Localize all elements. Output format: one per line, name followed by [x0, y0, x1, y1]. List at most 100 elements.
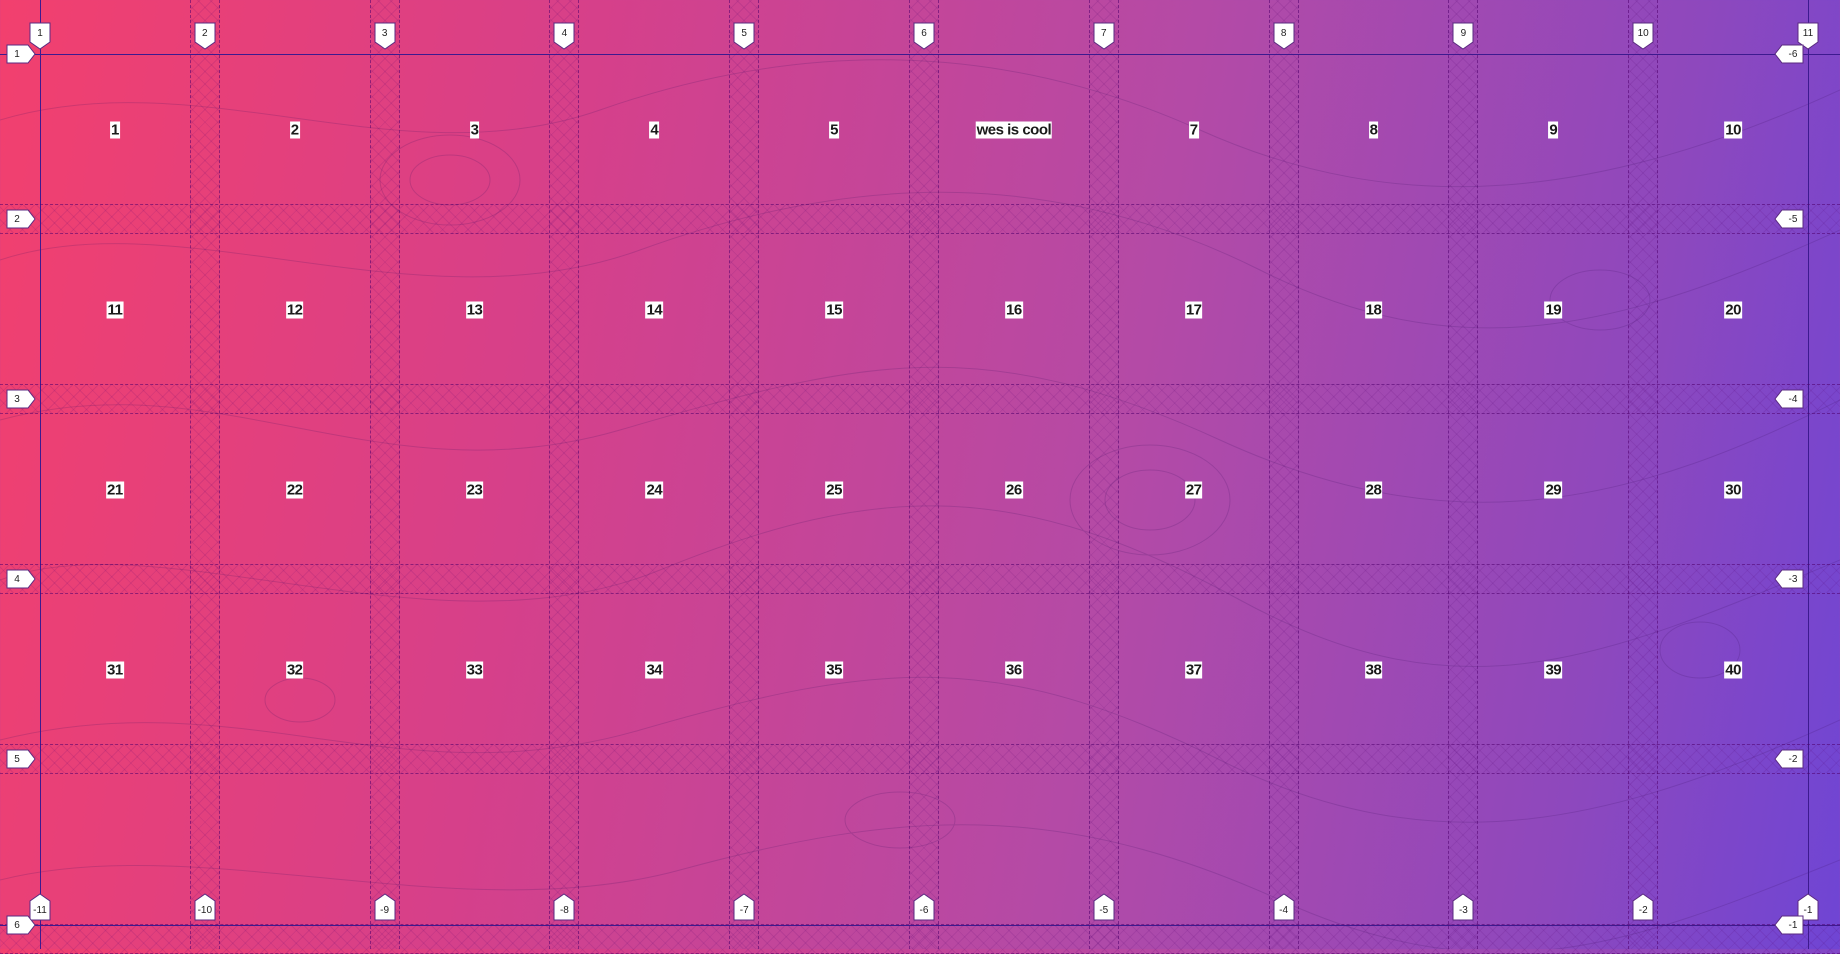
badge-label: -7: [739, 904, 749, 916]
column-gap: [729, 0, 760, 949]
line-number-badge: -2: [1774, 749, 1804, 769]
grid-cell-label: 13: [465, 301, 484, 319]
row-gap: [0, 564, 1840, 594]
column-gap: [1088, 0, 1119, 949]
badge-label: 10: [1637, 27, 1649, 39]
line-number-badge: -8: [553, 893, 575, 921]
grid-cell-label: 22: [285, 481, 304, 499]
grid-cell-label: 14: [645, 301, 664, 319]
badge-label: -9: [380, 904, 390, 916]
badge-label: -2: [1788, 753, 1798, 765]
line-number-badge: -6: [913, 893, 935, 921]
grid-cell-label: 37: [1184, 661, 1203, 679]
badge-label: -1: [1788, 919, 1798, 931]
grid-cell-label: 39: [1544, 661, 1563, 679]
grid-cell-label: 24: [645, 481, 664, 499]
column-gap: [1448, 0, 1479, 949]
badge-label: -10: [197, 904, 213, 916]
grid-cell-label: 7: [1188, 121, 1199, 139]
line-number-badge: -4: [1774, 389, 1804, 409]
grid-edge-left: [40, 0, 41, 949]
badge-label: 5: [14, 753, 20, 765]
line-number-badge: 4: [553, 22, 575, 50]
line-number-badge: 8: [1273, 22, 1295, 50]
grid-cell-label: 17: [1184, 301, 1203, 319]
grid-cell-label: 1: [109, 121, 120, 139]
grid-edge-right: [1808, 0, 1809, 949]
badge-label: 5: [741, 27, 747, 39]
grid-cell-label: 30: [1724, 481, 1742, 499]
badge-label: -5: [1099, 904, 1109, 916]
grid-cell-label: 33: [465, 661, 484, 679]
column-gap: [369, 0, 400, 949]
grid-cell-label: 2: [289, 121, 300, 139]
line-number-badge: 5: [733, 22, 755, 50]
line-number-badge: 5: [6, 749, 36, 769]
row-gap: [0, 384, 1840, 414]
badge-label: 3: [14, 393, 20, 405]
badge-label: 4: [14, 573, 20, 585]
column-gap: [909, 0, 939, 949]
badge-label: -8: [559, 904, 569, 916]
grid-cell-label: 11: [106, 301, 124, 319]
badge-label: -5: [1788, 213, 1798, 225]
grid-cell-label: 4: [649, 121, 660, 139]
row-gap: [0, 924, 1840, 954]
line-number-badge: 6: [913, 22, 935, 50]
line-number-badge: 3: [374, 22, 396, 50]
line-number-badge: -4: [1273, 893, 1295, 921]
line-number-badge: 2: [6, 209, 36, 229]
badge-label: 2: [14, 213, 20, 225]
badge-label: 6: [921, 27, 927, 39]
line-number-badge: -5: [1093, 893, 1115, 921]
line-number-badge: 4: [6, 569, 36, 589]
grid-cell-label: 18: [1364, 301, 1383, 319]
line-number-badge: -1: [1774, 915, 1804, 935]
badge-label: 9: [1460, 27, 1467, 39]
grid-cell-label: 40: [1724, 661, 1742, 679]
grid-cell-label: 15: [825, 301, 843, 319]
grid-cell-label: 32: [285, 661, 304, 679]
grid-cell-label: 20: [1724, 301, 1742, 319]
badge-label: 7: [1101, 27, 1107, 39]
badge-label: -6: [919, 904, 929, 916]
grid-cell-label: 26: [1005, 481, 1023, 499]
line-number-badge: 9: [1452, 22, 1474, 50]
badge-label: 8: [1280, 27, 1287, 39]
line-number-badge: -3: [1452, 893, 1474, 921]
badge-label: 2: [202, 27, 208, 39]
badge-label: 1: [14, 48, 20, 60]
grid-cell-label: 38: [1364, 661, 1383, 679]
line-number-badge: 6: [6, 915, 36, 935]
badge-label: 6: [14, 919, 20, 931]
grid-cell-label: 31: [106, 661, 124, 679]
row-gap: [0, 204, 1840, 234]
grid-cell-label: 5: [829, 121, 840, 139]
grid-cell-label: 16: [1005, 301, 1023, 319]
line-number-badge: 7: [1093, 22, 1115, 50]
grid-cell-label: 3: [469, 121, 480, 139]
grid-cell-label: 21: [106, 481, 124, 499]
grid-cell-label: 10: [1724, 121, 1742, 139]
badge-label: 1: [37, 27, 43, 39]
grid-cell-label: 9: [1548, 121, 1559, 139]
grid-cell-label: 23: [465, 481, 484, 499]
badge-label: 3: [381, 27, 388, 39]
grid-inspector-canvas: 1 2 3 4 5 wes is cool 7 8 9 10 11 12 13 14 15 16 17 18 19 2…: [0, 0, 1840, 954]
line-number-badge: 3: [6, 389, 36, 409]
column-gap: [189, 0, 220, 949]
line-number-badge: -7: [733, 893, 755, 921]
grid-cell-label: 19: [1544, 301, 1563, 319]
grid-cell-label: 29: [1544, 481, 1563, 499]
column-gap: [1628, 0, 1659, 949]
line-number-badge: -6: [1774, 44, 1804, 64]
line-number-badge: 10: [1632, 22, 1654, 50]
line-number-badge: 2: [194, 22, 216, 50]
line-number-badge: -3: [1774, 569, 1804, 589]
badge-label: -6: [1788, 48, 1798, 60]
badge-label: -3: [1458, 904, 1468, 916]
column-gap: [1268, 0, 1299, 949]
badge-label: -4: [1279, 904, 1289, 916]
line-number-badge: 1: [6, 44, 36, 64]
badge-label: -2: [1638, 904, 1648, 916]
